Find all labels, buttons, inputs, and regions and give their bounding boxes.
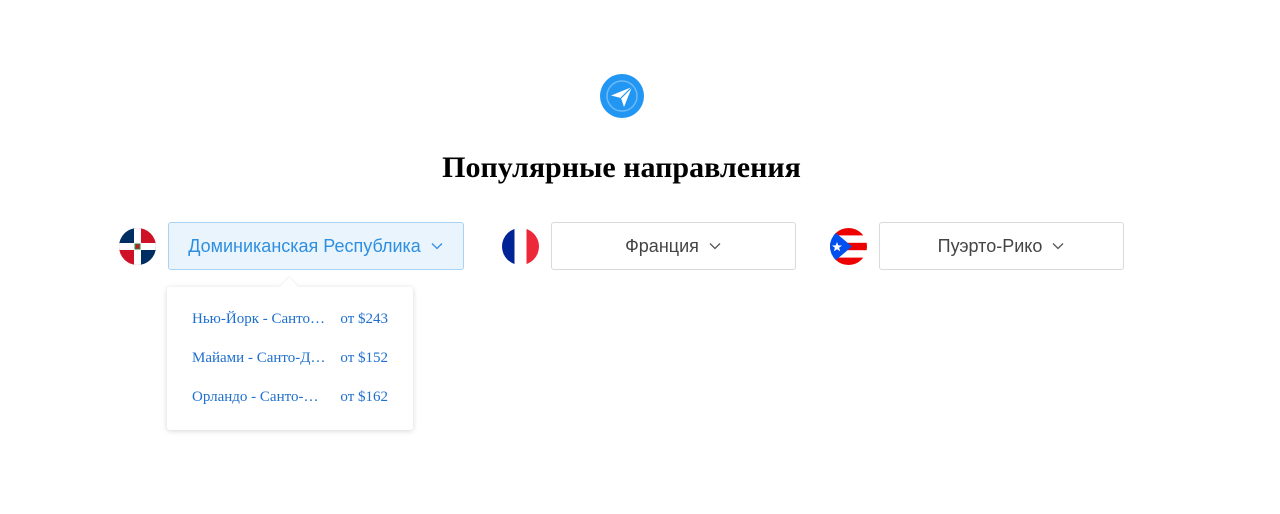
route-item[interactable]: Орландо - Санто-Доминго от $162: [192, 385, 388, 409]
route-price: от $243: [340, 310, 388, 327]
route-name: Нью-Йорк - Санто-Доминго: [192, 310, 328, 327]
dropdown-label: Франция: [625, 235, 699, 256]
dominican-republic-flag-icon: [119, 228, 156, 265]
route-item[interactable]: Нью-Йорк - Санто-Доминго от $243: [192, 307, 388, 331]
france-flag-icon: [502, 228, 539, 265]
route-name: Орландо - Санто-Доминго: [192, 388, 328, 405]
chevron-down-icon: [1051, 241, 1065, 251]
route-name: Майами - Санто-Доминго: [192, 349, 328, 366]
page-title: Популярные направления: [442, 151, 801, 184]
route-price: от $162: [340, 388, 388, 405]
destination-dropdown-puerto-rico[interactable]: Пуэрто-Рико: [879, 222, 1124, 270]
route-price: от $152: [340, 349, 388, 366]
chevron-down-icon: [430, 241, 444, 251]
route-item[interactable]: Майами - Санто-Доминго от $152: [192, 346, 388, 370]
dropdown-label: Пуэрто-Рико: [937, 235, 1043, 256]
route-dropdown-menu: Нью-Йорк - Санто-Доминго от $243 Майами …: [167, 287, 413, 430]
destination-dropdown-dominican-republic[interactable]: Доминиканская Республика: [168, 222, 464, 270]
dropdown-label: Доминиканская Республика: [188, 235, 421, 256]
chevron-down-icon: [708, 241, 722, 251]
logo-paper-plane-icon: [600, 74, 644, 118]
puerto-rico-flag-icon: [830, 228, 867, 265]
destination-dropdown-france[interactable]: Франция: [551, 222, 796, 270]
